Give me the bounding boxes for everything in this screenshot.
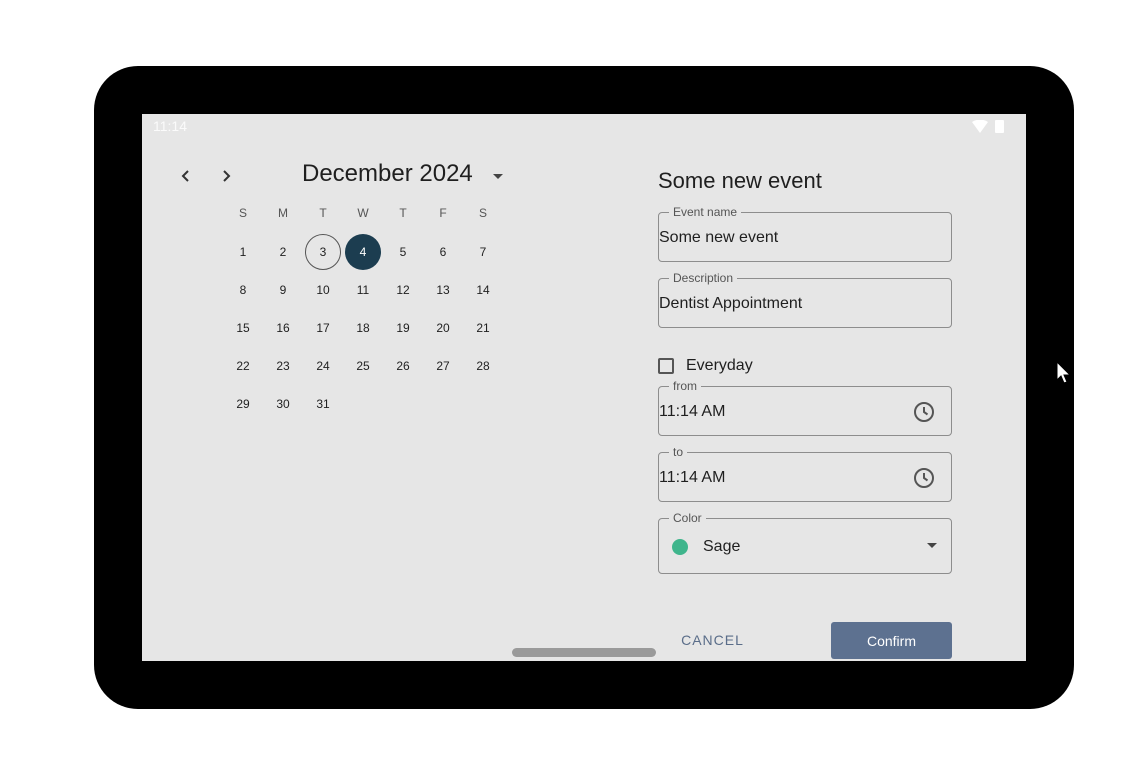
description-label: Description: [669, 271, 738, 285]
clock-icon[interactable]: [913, 401, 935, 423]
confirm-button[interactable]: Confirm: [831, 622, 952, 659]
event-name-label: Event name: [669, 205, 742, 219]
calendar-day[interactable]: 10: [305, 272, 341, 308]
from-time-field[interactable]: from 11:14 AM: [658, 379, 952, 436]
month-dropdown-button[interactable]: [488, 169, 508, 185]
calendar-day[interactable]: 14: [465, 272, 501, 308]
description-value[interactable]: Dentist Appointment: [659, 295, 802, 313]
calendar-day[interactable]: 4: [345, 234, 381, 270]
weekday-header: T: [399, 206, 407, 220]
everyday-row[interactable]: Everyday: [658, 354, 753, 378]
color-swatch: [672, 539, 688, 555]
status-bar: 11:14: [142, 114, 1026, 138]
chevron-left-icon: [181, 170, 189, 182]
calendar-day[interactable]: 25: [345, 348, 381, 384]
weekday-header: M: [278, 206, 288, 220]
calendar-day[interactable]: 29: [225, 386, 261, 422]
form-title: Some new event: [658, 168, 822, 193]
caret-down-icon: [493, 174, 503, 179]
calendar-day[interactable]: 16: [265, 310, 301, 346]
weekday-header: S: [238, 206, 247, 220]
to-label: to: [669, 445, 688, 459]
weekday-header: F: [439, 206, 447, 220]
to-time-field[interactable]: to 11:14 AM: [658, 445, 952, 502]
calendar-day[interactable]: 30: [265, 386, 301, 422]
calendar-day[interactable]: 1: [225, 234, 261, 270]
from-label: from: [669, 379, 701, 393]
calendar-day[interactable]: 6: [425, 234, 461, 270]
calendar-day[interactable]: 2: [265, 234, 301, 270]
battery-icon: [995, 120, 1004, 133]
calendar-day[interactable]: 15: [225, 310, 261, 346]
next-month-button[interactable]: [211, 161, 241, 191]
calendar-day[interactable]: 21: [465, 310, 501, 346]
calendar-day[interactable]: 3: [305, 234, 341, 270]
weekday-header: S: [478, 206, 487, 220]
calendar-day[interactable]: 13: [425, 272, 461, 308]
calendar-day[interactable]: 5: [385, 234, 421, 270]
calendar-day[interactable]: 28: [465, 348, 501, 384]
calendar-day[interactable]: 20: [425, 310, 461, 346]
everyday-checkbox[interactable]: [658, 358, 674, 374]
weekday-header: T: [319, 206, 327, 220]
calendar-day[interactable]: 9: [265, 272, 301, 308]
from-value[interactable]: 11:14 AM: [659, 403, 725, 421]
calendar-day[interactable]: 19: [385, 310, 421, 346]
calendar-day[interactable]: 24: [305, 348, 341, 384]
clock-icon[interactable]: [913, 467, 935, 489]
description-field[interactable]: Description Dentist Appointment: [658, 271, 952, 328]
home-indicator[interactable]: [512, 648, 656, 657]
calendar-day[interactable]: 23: [265, 348, 301, 384]
calendar-day[interactable]: 17: [305, 310, 341, 346]
wifi-icon: [972, 120, 988, 133]
event-name-field[interactable]: Event name Some new event: [658, 205, 952, 262]
calendar-day[interactable]: 11: [345, 272, 381, 308]
calendar-day[interactable]: 26: [385, 348, 421, 384]
chevron-right-icon: [223, 170, 231, 182]
month-title[interactable]: December 2024: [302, 160, 473, 188]
previous-month-button[interactable]: [171, 161, 201, 191]
color-select[interactable]: Color Sage: [658, 511, 952, 574]
calendar-day[interactable]: 31: [305, 386, 341, 422]
status-time: 11:14: [153, 118, 187, 134]
mouse-cursor-icon: [1056, 361, 1072, 384]
color-value: Sage: [703, 538, 741, 555]
cancel-button[interactable]: CANCEL: [669, 622, 756, 658]
everyday-label: Everyday: [686, 357, 753, 374]
calendar-day[interactable]: 18: [345, 310, 381, 346]
calendar-day[interactable]: 22: [225, 348, 261, 384]
calendar-day[interactable]: 7: [465, 234, 501, 270]
weekday-header: W: [357, 206, 369, 220]
calendar-day[interactable]: 12: [385, 272, 421, 308]
caret-down-icon: [927, 543, 937, 548]
to-value[interactable]: 11:14 AM: [659, 469, 725, 487]
calendar-day[interactable]: 8: [225, 272, 261, 308]
app-screen: 11:14 December 2024 S M T W T F S 1 2 3 4 5 6 7 8 9 10 11…: [142, 114, 1026, 661]
event-name-value[interactable]: Some new event: [659, 229, 778, 247]
calendar-day[interactable]: 27: [425, 348, 461, 384]
color-label: Color: [669, 511, 706, 525]
